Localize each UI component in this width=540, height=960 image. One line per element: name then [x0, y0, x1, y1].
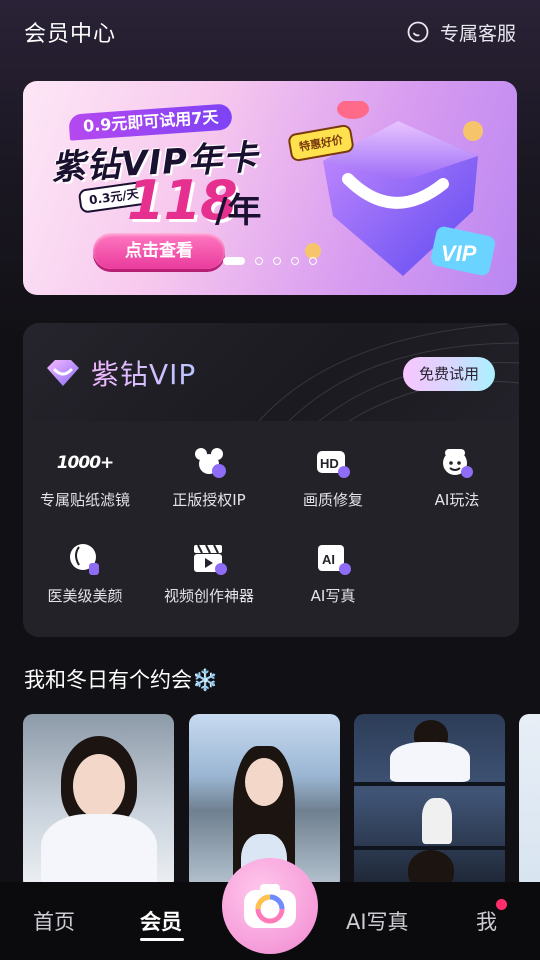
- promo-banner[interactable]: VIP 0.9元即可试用7天 紫钻VIP年卡 0.3元/天 118 /年 特惠好…: [23, 81, 517, 295]
- beauty-face-icon: [63, 537, 107, 581]
- feature-label: AI玩法: [434, 491, 480, 509]
- tab-me[interactable]: 我: [476, 906, 497, 936]
- feature-label: 正版授权IP: [172, 491, 246, 509]
- vip-card: 紫钻VIP 免费试用 1000+ 专属贴纸滤镜 正版授权IP HD 画质修复 A…: [23, 323, 519, 637]
- carousel-dot[interactable]: [291, 257, 299, 265]
- free-trial-button[interactable]: 免费试用: [403, 357, 495, 391]
- portrait-scarf: [41, 814, 157, 884]
- svg-text:HD: HD: [320, 456, 339, 471]
- portrait-figure: [422, 798, 452, 844]
- diamond-icon: [47, 360, 79, 386]
- collage-divider: [354, 782, 505, 786]
- banner-price-unit: /年: [215, 191, 262, 231]
- page-title: 会员中心: [24, 22, 117, 47]
- photo-card[interactable]: [354, 714, 505, 884]
- portrait-hair: [408, 850, 454, 884]
- portrait-face: [245, 758, 283, 806]
- tab-member[interactable]: 会员: [140, 906, 182, 936]
- feature-label: 视频创作神器: [163, 587, 254, 605]
- feature-label: 画质修复: [302, 491, 363, 509]
- carousel-dot[interactable]: [223, 257, 245, 265]
- vip-features-grid: 1000+ 专属贴纸滤镜 正版授权IP HD 画质修复 AI玩法 医美级美颜 视…: [23, 421, 519, 637]
- feature-ai-play[interactable]: AI玩法: [395, 441, 519, 537]
- clapperboard-icon: [187, 537, 231, 581]
- feature-stickers[interactable]: 1000+ 专属贴纸滤镜: [23, 441, 147, 537]
- header: 会员中心 专属客服: [0, 0, 540, 64]
- carousel-dot[interactable]: [309, 257, 317, 265]
- ai-portrait-icon: AI: [311, 537, 355, 581]
- feature-licensed-ip[interactable]: 正版授权IP: [147, 441, 271, 537]
- photo-card[interactable]: [23, 714, 174, 884]
- feature-label: 医美级美颜: [47, 587, 123, 605]
- ai-face-icon: [435, 441, 479, 485]
- portrait-coat: [390, 742, 470, 782]
- feature-label: 专属贴纸滤镜: [39, 491, 130, 509]
- camera-icon: [244, 884, 296, 928]
- tab-home[interactable]: 首页: [33, 906, 75, 936]
- portrait-face: [73, 754, 125, 818]
- feature-video-creation[interactable]: 视频创作神器: [147, 537, 271, 633]
- feature-label: AI写真: [310, 587, 356, 605]
- carousel-dot[interactable]: [255, 257, 263, 265]
- vip-logo: 紫钻VIP: [45, 353, 196, 393]
- section-title: 我和冬日有个约会❄️: [24, 668, 219, 692]
- hd-icon: HD: [311, 441, 355, 485]
- sticker-count-icon: 1000+: [57, 441, 115, 485]
- mouse-ears-icon: [187, 441, 231, 485]
- customer-service-button[interactable]: 专属客服: [406, 19, 516, 46]
- notification-dot: [496, 899, 507, 910]
- svg-text:AI: AI: [322, 552, 335, 567]
- feature-beauty[interactable]: 医美级美颜: [23, 537, 147, 633]
- active-tab-indicator: [140, 938, 184, 941]
- tab-ai-portrait[interactable]: AI写真: [346, 906, 409, 936]
- vip-name: 紫钻VIP: [91, 353, 196, 393]
- carousel-indicator: [223, 257, 317, 265]
- gem-label: VIP: [441, 241, 477, 266]
- photo-card[interactable]: [519, 714, 540, 884]
- feature-quality-repair[interactable]: HD 画质修复: [271, 441, 395, 537]
- carousel-dot[interactable]: [273, 257, 281, 265]
- camera-button[interactable]: [222, 858, 318, 954]
- vip-card-header: 紫钻VIP 免费试用: [23, 323, 519, 421]
- feature-ai-portrait[interactable]: AI AI写真: [271, 537, 395, 633]
- banner-cta-button[interactable]: 点击查看: [93, 233, 225, 269]
- chat-bubble-icon: [407, 21, 429, 43]
- sticker-count-text: 1000+: [56, 453, 115, 473]
- customer-service-label: 专属客服: [439, 22, 516, 45]
